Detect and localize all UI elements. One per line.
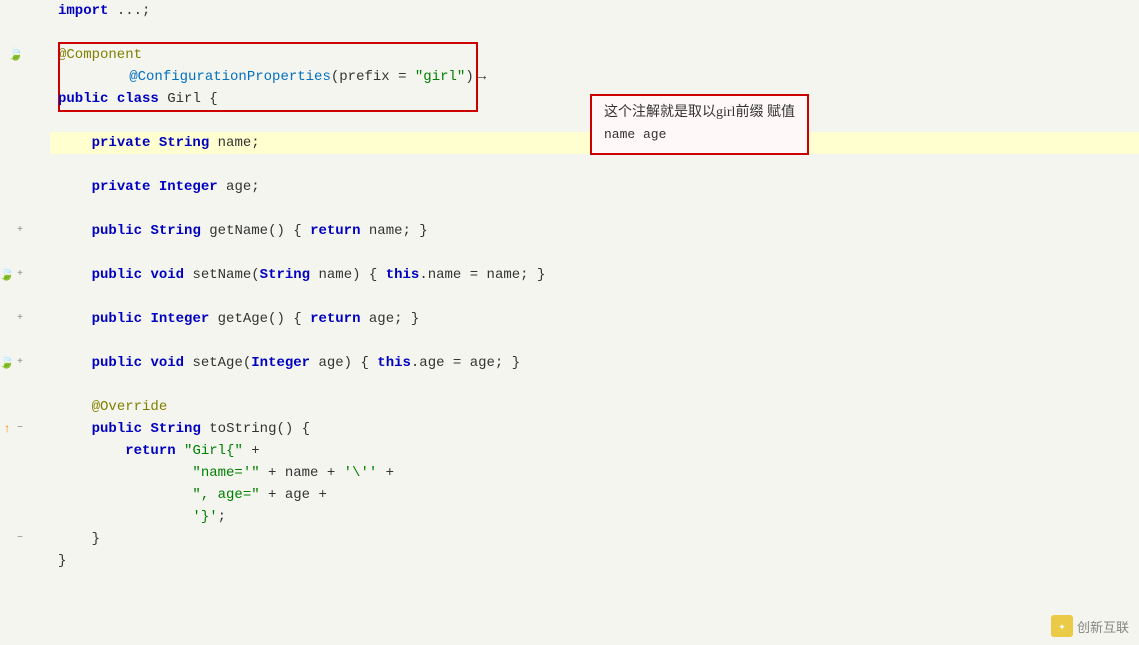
- green-leaf-icon-13: 🍃: [0, 268, 14, 282]
- green-leaf-icon-3: 🍃: [9, 48, 23, 62]
- code-line-23: ", age=" + age +: [50, 484, 1139, 506]
- fold-icon-11[interactable]: +: [17, 220, 23, 242]
- gutter-line-25: −: [0, 528, 46, 550]
- gutter-line-19: [0, 396, 46, 418]
- fold-icon-15[interactable]: +: [17, 308, 23, 330]
- code-line-4: @ConfigurationProperties(prefix = "girl"…: [50, 66, 1139, 88]
- gutter-line-2: [0, 22, 46, 44]
- gutter-line-6: [0, 110, 46, 132]
- gutter-line-9: [0, 176, 46, 198]
- code-line-18: [50, 374, 1139, 396]
- green-leaf-icon-17: 🍃: [0, 356, 14, 370]
- gutter-line-11: +: [0, 220, 46, 242]
- fold-icon-25[interactable]: −: [17, 528, 23, 550]
- gutter-line-22: [0, 462, 46, 484]
- gutter-line-7: [0, 132, 46, 154]
- gutter-line-1: [0, 0, 46, 22]
- code-line-19: @Override: [50, 396, 1139, 418]
- tooltip-line2: name age: [604, 127, 666, 142]
- gutter-line-5: [0, 88, 46, 110]
- code-line-12: [50, 242, 1139, 264]
- keyword-import: import: [58, 0, 108, 22]
- code-line-1: import ...;: [50, 0, 1139, 22]
- tooltip-box: 这个注解就是取以girl前缀 赋值 name age: [590, 94, 809, 155]
- tooltip-line1: 这个注解就是取以girl前缀 赋值: [604, 105, 795, 120]
- code-area: import ...; @Component @ConfigurationPro…: [50, 0, 1139, 645]
- gutter-line-3: 🍃: [0, 44, 46, 66]
- gutter-line-21: [0, 440, 46, 462]
- watermark-icon: ✦: [1051, 615, 1073, 637]
- code-line-8: [50, 154, 1139, 176]
- editor-container: 🍃 +: [0, 0, 1139, 645]
- code-line-14: [50, 286, 1139, 308]
- string-girl: "girl": [415, 69, 465, 85]
- gutter-line-18: [0, 374, 46, 396]
- code-line-9: private Integer age;: [50, 176, 1139, 198]
- code-line-24: '}';: [50, 506, 1139, 528]
- fold-icon-13[interactable]: +: [17, 264, 23, 286]
- code-line-17: public void setAge(Integer age) { this.a…: [50, 352, 1139, 374]
- watermark: ✦ 创新互联: [1051, 615, 1129, 637]
- watermark-text: 创新互联: [1077, 617, 1129, 636]
- gutter-line-17: 🍃 +: [0, 352, 46, 374]
- gutter-line-20: ↑ −: [0, 418, 46, 440]
- gutter-line-23: [0, 484, 46, 506]
- gutter-line-16: [0, 330, 46, 352]
- line-numbers: 🍃 +: [0, 0, 50, 645]
- gutter-line-24: [0, 506, 46, 528]
- orange-arrow-icon-20: ↑: [0, 422, 14, 436]
- code-line-26: }: [50, 550, 1139, 572]
- gutter-line-8: [0, 154, 46, 176]
- code-line-10: [50, 198, 1139, 220]
- code-line-2: [50, 22, 1139, 44]
- fold-icon-17[interactable]: +: [17, 352, 23, 374]
- gutter-line-12: [0, 242, 46, 264]
- code-line-20: public String toString() {: [50, 418, 1139, 440]
- code-line-16: [50, 330, 1139, 352]
- code-line-22: "name='" + name + '\'' +: [50, 462, 1139, 484]
- code-line-11: public String getName() { return name; }: [50, 220, 1139, 242]
- gutter-line-13: 🍃 +: [0, 264, 46, 286]
- code-line-25: }: [50, 528, 1139, 550]
- code-line-21: return "Girl{" +: [50, 440, 1139, 462]
- code-line-15: public Integer getAge() { return age; }: [50, 308, 1139, 330]
- gutter-line-14: [0, 286, 46, 308]
- gutter-line-15: +: [0, 308, 46, 330]
- fold-icon-20[interactable]: −: [17, 418, 23, 440]
- annotation-config-text: @ConfigurationProperties: [129, 69, 331, 85]
- code-line-13: public void setName(String name) { this.…: [50, 264, 1139, 286]
- gutter-line-26: [0, 550, 46, 572]
- gutter-line-4: [0, 66, 46, 88]
- annotation-override: @Override: [92, 396, 168, 418]
- gutter-line-10: [0, 198, 46, 220]
